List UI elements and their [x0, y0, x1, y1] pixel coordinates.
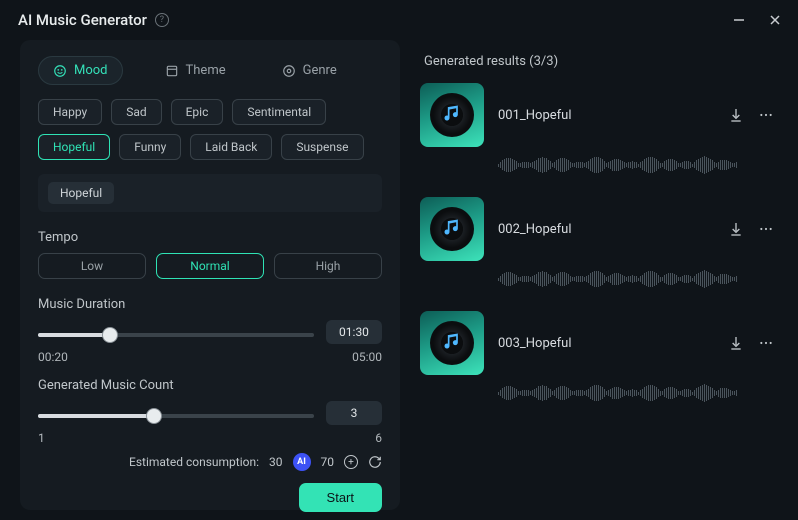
- selected-mood-box: Hopeful: [38, 174, 382, 212]
- tab-label: Genre: [303, 63, 337, 78]
- tab-mood[interactable]: Mood: [38, 56, 123, 85]
- mood-chips: Happy Sad Epic Sentimental Hopeful Funny Laid …: [38, 99, 382, 160]
- tab-genre[interactable]: Genre: [268, 57, 351, 84]
- tempo-options: Low Normal High: [38, 253, 382, 279]
- music-note-icon: [442, 331, 462, 355]
- mood-chip[interactable]: Epic: [171, 99, 224, 125]
- app-title: AI Music Generator: [18, 11, 147, 29]
- result-name: 003_Hopeful: [498, 336, 714, 351]
- refresh-icon[interactable]: [368, 455, 382, 469]
- tempo-label: Tempo: [38, 230, 382, 245]
- waveform[interactable]: [498, 381, 774, 405]
- tempo-option[interactable]: High: [274, 253, 382, 279]
- minimize-button[interactable]: [732, 13, 746, 27]
- more-icon[interactable]: [758, 107, 774, 123]
- tab-label: Mood: [74, 63, 108, 78]
- result-thumbnail[interactable]: [420, 83, 484, 147]
- consumption-value: 30: [269, 455, 283, 469]
- download-icon[interactable]: [728, 107, 744, 123]
- download-icon[interactable]: [728, 221, 744, 237]
- result-name: 001_Hopeful: [498, 108, 714, 123]
- count-min: 1: [38, 431, 45, 445]
- help-icon[interactable]: ?: [155, 13, 169, 27]
- count-value: 3: [326, 401, 382, 425]
- tab-theme[interactable]: Theme: [151, 57, 240, 84]
- more-icon[interactable]: [758, 335, 774, 351]
- count-slider[interactable]: [38, 408, 314, 418]
- start-button[interactable]: Start: [299, 483, 382, 512]
- result-item: 001_Hopeful: [420, 83, 774, 177]
- waveform[interactable]: [498, 267, 774, 291]
- count-label: Generated Music Count: [38, 378, 382, 393]
- music-note-icon: [442, 217, 462, 241]
- selected-mood-pill[interactable]: Hopeful: [48, 182, 114, 204]
- category-tabs: Mood Theme Genre: [38, 56, 382, 85]
- mood-chip[interactable]: Hopeful: [38, 134, 110, 160]
- result-item: 003_Hopeful: [420, 311, 774, 405]
- duration-slider[interactable]: [38, 327, 314, 337]
- result-thumbnail[interactable]: [420, 197, 484, 261]
- mood-chip[interactable]: Suspense: [281, 134, 363, 160]
- mood-chip[interactable]: Laid Back: [190, 134, 272, 160]
- mood-chip[interactable]: Sentimental: [232, 99, 326, 125]
- tab-label: Theme: [186, 63, 226, 78]
- duration-value: 01:30: [326, 320, 382, 344]
- close-button[interactable]: [768, 13, 782, 27]
- results-panel: Generated results (3/3) 001_Hopeful 002_H…: [420, 40, 780, 510]
- download-icon[interactable]: [728, 335, 744, 351]
- tempo-option[interactable]: Normal: [156, 253, 264, 279]
- ai-badge-icon: AI: [293, 453, 311, 471]
- mood-chip[interactable]: Funny: [119, 134, 181, 160]
- settings-panel: Mood Theme Genre Happy Sad Epic Sentimental Ho…: [20, 40, 400, 510]
- music-note-icon: [442, 103, 462, 127]
- result-thumbnail[interactable]: [420, 311, 484, 375]
- mood-chip[interactable]: Sad: [111, 99, 161, 125]
- waveform[interactable]: [498, 153, 774, 177]
- count-max: 6: [375, 431, 382, 445]
- results-title: Generated results (3/3): [424, 54, 774, 69]
- duration-label: Music Duration: [38, 297, 382, 312]
- result-item: 002_Hopeful: [420, 197, 774, 291]
- mood-icon: [53, 64, 67, 78]
- titlebar: AI Music Generator ?: [0, 0, 798, 34]
- add-credits-button[interactable]: +: [344, 455, 358, 469]
- balance-value: 70: [321, 455, 335, 469]
- duration-min: 00:20: [38, 350, 68, 364]
- genre-icon: [282, 64, 296, 78]
- theme-icon: [165, 64, 179, 78]
- result-name: 002_Hopeful: [498, 222, 714, 237]
- duration-max: 05:00: [352, 350, 382, 364]
- more-icon[interactable]: [758, 221, 774, 237]
- tempo-option[interactable]: Low: [38, 253, 146, 279]
- mood-chip[interactable]: Happy: [38, 99, 102, 125]
- consumption-label: Estimated consumption:: [129, 455, 259, 469]
